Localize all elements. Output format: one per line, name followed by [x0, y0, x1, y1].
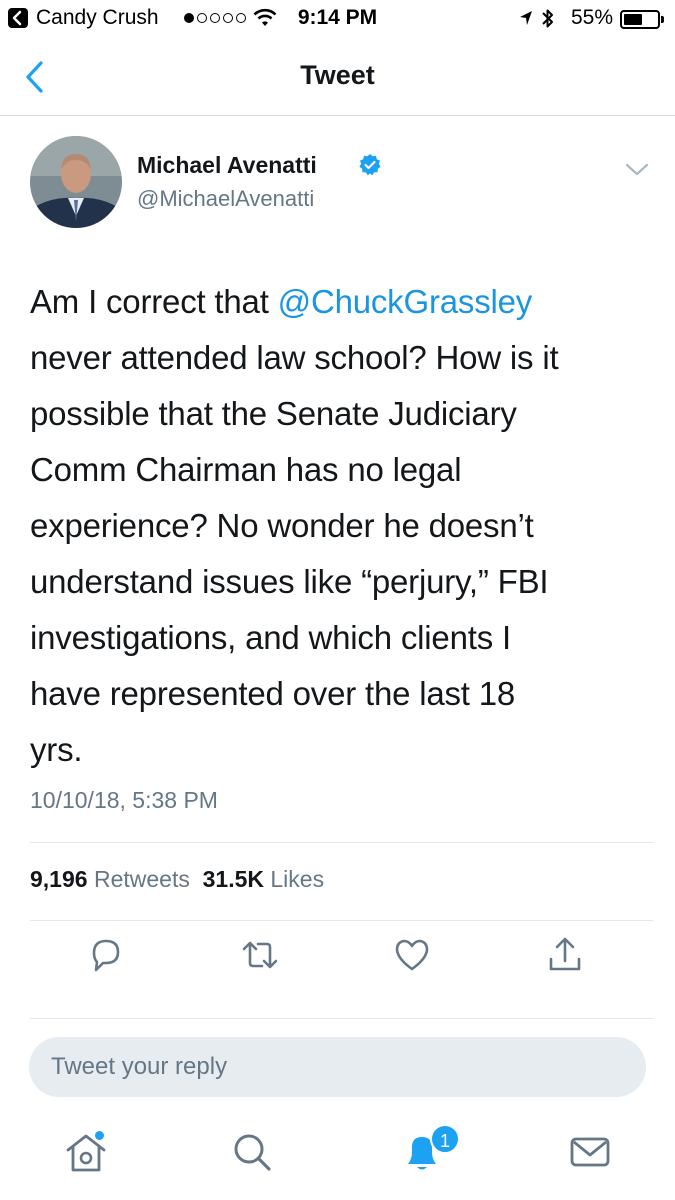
tweet-line: Comm Chairman has no legal — [30, 451, 462, 488]
battery-icon — [620, 10, 660, 29]
status-bar: Candy Crush 9:14 PM 55% — [0, 0, 675, 38]
tweet-line: possible that the Senate Judiciary — [30, 395, 517, 432]
likes-label[interactable]: Likes — [270, 866, 324, 892]
tweet-line-text: Am I correct that — [30, 283, 278, 320]
reply-input[interactable] — [51, 1037, 621, 1097]
mention-link[interactable]: @ChuckGrassley — [278, 283, 533, 320]
notification-count-badge: 1 — [430, 1124, 460, 1154]
tweet-line: investigations, and which clients I — [30, 619, 511, 656]
bluetooth-icon — [542, 9, 553, 28]
chevron-down-icon[interactable] — [624, 160, 650, 180]
reply-icon[interactable] — [86, 935, 126, 975]
section-separator — [30, 1018, 653, 1019]
display-name[interactable]: Michael Avenatti — [137, 152, 317, 179]
tweet-line: Am I correct that @ChuckGrassley — [30, 274, 655, 330]
retweets-label[interactable]: Retweets — [94, 866, 190, 892]
tweet-line: never attended law school? How is it — [30, 339, 559, 376]
tweet-timestamp: 10/10/18, 5:38 PM — [30, 787, 218, 813]
tweet-text: Am I correct that @ChuckGrassley never a… — [30, 274, 655, 778]
battery-tip — [661, 16, 664, 23]
battery-percentage: 55% — [571, 6, 614, 29]
tweet-line: yrs. — [30, 731, 83, 768]
retweet-icon[interactable] — [240, 935, 280, 975]
share-icon[interactable] — [545, 935, 585, 975]
likes-count[interactable]: 31.5K — [203, 866, 264, 892]
engagement-stats: 9,196 Retweets 31.5K Likes — [30, 866, 324, 893]
navigation-bar: Tweet — [0, 38, 675, 116]
bottom-tab-bar — [0, 1110, 675, 1200]
reply-box[interactable] — [29, 1037, 646, 1097]
location-arrow-icon — [520, 11, 532, 25]
tweet-line: experience? No wonder he doesn’t — [30, 507, 534, 544]
like-icon[interactable] — [392, 935, 432, 975]
page-title: Tweet — [300, 60, 375, 90]
tweet-line: understand issues like “perjury,” FBI — [30, 563, 549, 600]
home-unread-dot — [95, 1131, 104, 1140]
messages-icon[interactable] — [566, 1128, 614, 1176]
user-handle[interactable]: @MichaelAvenatti — [137, 186, 314, 212]
tweet-actions — [0, 935, 675, 985]
verified-badge-icon — [359, 154, 381, 176]
tweet-line: have represented over the last 18 — [30, 675, 516, 712]
divider — [30, 920, 653, 921]
divider — [30, 842, 653, 843]
retweets-count[interactable]: 9,196 — [30, 866, 88, 892]
search-icon[interactable] — [228, 1128, 276, 1176]
battery-level-fill — [624, 14, 642, 25]
avatar[interactable] — [30, 136, 122, 228]
